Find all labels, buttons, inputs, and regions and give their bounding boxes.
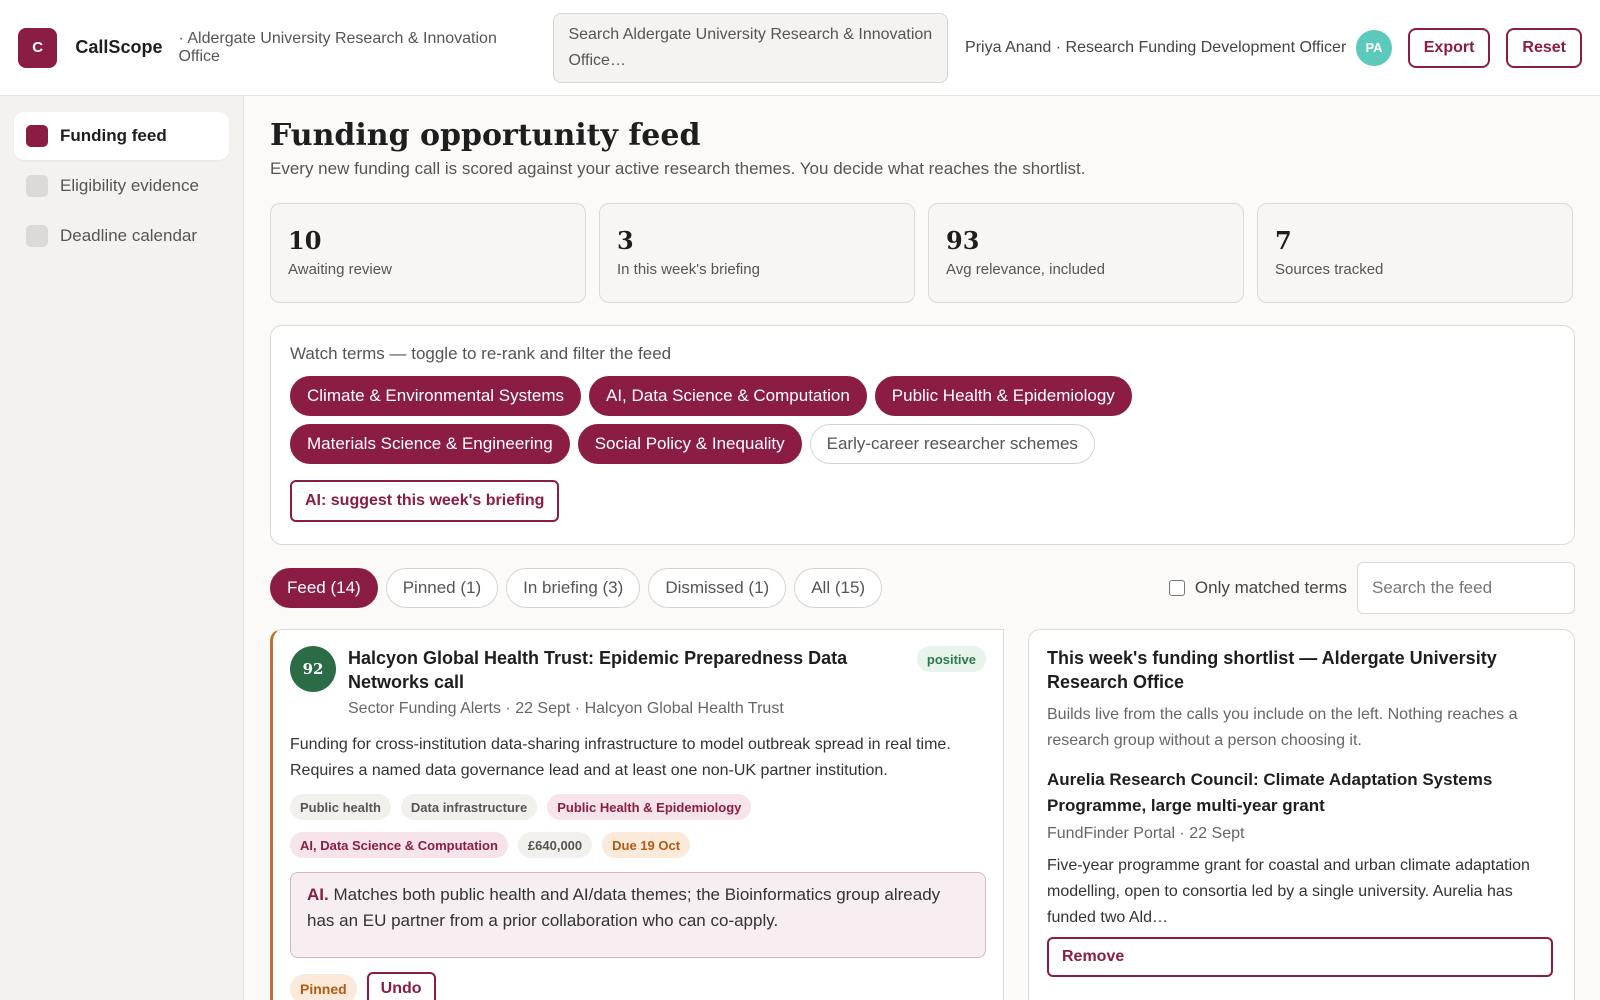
sidebar-item-eligibility-evidence[interactable]: Eligibility evidence xyxy=(14,162,229,210)
card-tags: Public health Data infrastructure Public… xyxy=(290,794,850,858)
page-subtitle: Every new funding call is scored against… xyxy=(270,159,1086,178)
feed-tabs: Feed (14) Pinned (1) In briefing (3) Dis… xyxy=(270,562,1575,614)
app-logo: C xyxy=(18,27,58,68)
stat-label: Avg relevance, included xyxy=(946,261,1105,278)
stat-sources-tracked: 7 Sources tracked xyxy=(1257,203,1573,303)
pinned-badge: Pinned xyxy=(290,974,357,1000)
global-search-input[interactable]: Search Aldergate University Research & I… xyxy=(553,12,949,83)
shortlist-title: This week's funding shortlist — Aldergat… xyxy=(1047,648,1497,692)
watch-term-chip[interactable]: Social Policy & Inequality xyxy=(577,424,802,464)
undo-button[interactable]: Undo xyxy=(366,972,436,1000)
card-title-wrap: Halcyon Global Health Trust: Epidemic Pr… xyxy=(348,646,903,718)
card-actions: Pinned Undo xyxy=(290,972,986,1000)
stat-value: 3 xyxy=(617,226,634,255)
card-header: 92 Halcyon Global Health Trust: Epidemic… xyxy=(290,646,986,718)
org-name: · Aldergate University Research & Innova… xyxy=(178,29,497,65)
user-name: Priya Anand · Research Funding Developme… xyxy=(965,38,1347,56)
sentiment-badge: positive xyxy=(916,646,986,672)
watch-term-chip[interactable]: Climate & Environmental Systems xyxy=(290,376,581,416)
sidebar-item-label: Eligibility evidence xyxy=(60,176,199,195)
app-name: CallScope xyxy=(75,37,163,57)
tab-in-briefing[interactable]: In briefing (3) xyxy=(506,568,641,608)
shortlist-item-description: Five-year programme grant for coastal an… xyxy=(1047,857,1530,926)
watch-term-chip[interactable]: Public Health & Epidemiology xyxy=(874,376,1132,416)
stat-label: In this week's briefing xyxy=(617,261,760,278)
tag: Public health xyxy=(290,794,391,820)
ai-suggest-briefing-button[interactable]: AI: suggest this week's briefing xyxy=(290,480,560,522)
due-date-tag: Due 19 Oct xyxy=(602,832,691,858)
stat-value: 7 xyxy=(1275,226,1292,255)
sidebar: Funding feed Eligibility evidence Deadli… xyxy=(0,96,244,1000)
stats-row: 10 Awaiting review 3 In this week's brie… xyxy=(270,203,1575,303)
theme-tag: AI, Data Science & Computation xyxy=(290,832,508,858)
search-feed-input[interactable]: Search the feed xyxy=(1357,562,1575,614)
funding-feed-icon xyxy=(26,125,48,147)
sidebar-item-deadline-calendar[interactable]: Deadline calendar xyxy=(14,212,229,260)
watch-term-chip[interactable]: AI, Data Science & Computation xyxy=(588,376,867,416)
tab-pinned[interactable]: Pinned (1) xyxy=(385,568,499,608)
deadline-calendar-icon xyxy=(26,225,48,247)
ai-rationale: AI. Matches both public health and AI/da… xyxy=(290,872,986,958)
stat-awaiting-review: 10 Awaiting review xyxy=(270,203,586,303)
tab-dismissed[interactable]: Dismissed (1) xyxy=(648,568,787,608)
watch-terms-panel: Watch terms — toggle to re-rank and filt… xyxy=(270,325,1575,545)
export-button[interactable]: Export xyxy=(1407,27,1491,68)
reset-button[interactable]: Reset xyxy=(1506,27,1582,68)
shortlist-item-title[interactable]: Aurelia Research Council: Climate Adapta… xyxy=(1047,767,1556,819)
shortlist-item-meta: FundFinder Portal · 22 Sept xyxy=(1047,825,1245,842)
shortlist-subtitle: Builds live from the calls you include o… xyxy=(1047,706,1518,749)
sidebar-item-label: Deadline calendar xyxy=(60,226,198,245)
stat-value: 10 xyxy=(288,226,322,255)
main-content: Funding opportunity feed Every new fundi… xyxy=(270,96,1575,1000)
card-meta: Sector Funding Alerts · 22 Sept · Halcyo… xyxy=(348,700,784,717)
stat-label: Sources tracked xyxy=(1275,261,1384,278)
stat-avg-relevance: 93 Avg relevance, included xyxy=(928,203,1244,303)
feed-filters: Only matched terms Search the feed xyxy=(1168,562,1575,614)
top-bar: C CallScope · Aldergate University Resea… xyxy=(0,0,1600,96)
funding-shortlist-panel: This week's funding shortlist — Aldergat… xyxy=(1028,629,1575,1000)
watch-terms-label: Watch terms — toggle to re-rank and filt… xyxy=(290,344,672,363)
tab-feed[interactable]: Feed (14) xyxy=(270,568,378,608)
page-title: Funding opportunity feed xyxy=(270,118,701,153)
amount-tag: £640,000 xyxy=(517,832,593,858)
theme-tag: Public Health & Epidemiology xyxy=(547,794,752,820)
watch-term-chips: Climate & Environmental Systems AI, Data… xyxy=(290,376,1390,464)
watch-term-chip[interactable]: Early-career researcher schemes xyxy=(809,424,1095,464)
card-description: Funding for cross-institution data-shari… xyxy=(290,736,951,779)
only-matched-checkbox[interactable] xyxy=(1168,580,1185,596)
stat-in-briefing: 3 In this week's briefing xyxy=(599,203,915,303)
ai-rationale-text: Matches both public health and AI/data t… xyxy=(307,885,941,930)
tag: Data infrastructure xyxy=(400,794,538,820)
card-title[interactable]: Halcyon Global Health Trust: Epidemic Pr… xyxy=(348,646,903,694)
ai-label: AI. xyxy=(307,885,329,904)
avatar[interactable]: PA xyxy=(1356,29,1392,66)
sidebar-item-funding-feed[interactable]: Funding feed xyxy=(14,112,229,160)
eligibility-evidence-icon xyxy=(26,175,48,197)
app-window: C CallScope · Aldergate University Resea… xyxy=(0,0,1600,1000)
watch-term-chip[interactable]: Materials Science & Engineering xyxy=(290,424,570,464)
relevance-score-badge: 92 xyxy=(290,646,336,692)
feed-content: 92 Halcyon Global Health Trust: Epidemic… xyxy=(270,629,1575,1000)
stat-value: 93 xyxy=(946,226,980,255)
sidebar-item-label: Funding feed xyxy=(60,126,167,145)
funding-call-card[interactable]: 92 Halcyon Global Health Trust: Epidemic… xyxy=(270,629,1004,1000)
only-matched-label: Only matched terms xyxy=(1194,578,1347,597)
tab-all[interactable]: All (15) xyxy=(794,568,883,608)
remove-button[interactable]: Remove xyxy=(1047,937,1553,977)
stat-label: Awaiting review xyxy=(288,261,392,278)
